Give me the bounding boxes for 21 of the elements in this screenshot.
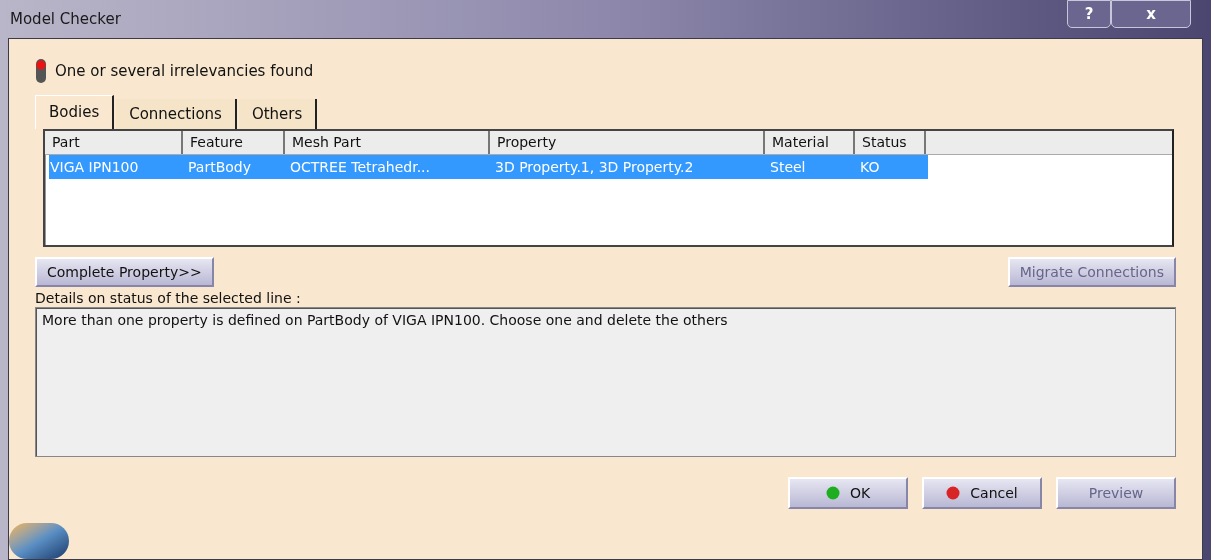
tab[interactable]: Connections [116,99,237,129]
complete-property-button[interactable]: Complete Property>> [35,257,214,287]
tab[interactable]: Bodies [35,95,115,129]
cancel-button[interactable]: Cancel [922,477,1042,509]
table-cell-text: Steel [769,158,807,177]
details-label: Details on status of the selected line : [35,289,302,307]
status-message: One or several irrelevancies found [55,60,314,82]
table-cell-text: KO [859,158,881,177]
details-text: More than one property is defined on PartBody of VIGA IPN100. Choose one and delete the others [35,307,1176,457]
table-cell-text: OCTREE Tetrahedr... [289,158,432,177]
table-cell-text: VIGA IPN100 [49,158,140,177]
logo-drawing [9,523,69,559]
table-cell-text: 3D Property.1, 3D Property.2 [494,158,695,177]
ok-button[interactable]: OK [788,477,908,509]
window-title: Model Checker [10,8,121,30]
help-button[interactable]: ? [1067,0,1111,28]
status-dot-icon [946,486,961,500]
close-button[interactable]: x [1111,0,1191,28]
tab[interactable]: Others [238,99,318,129]
status-dot-icon [825,486,840,500]
table-cell-text: PartBody [187,158,252,177]
